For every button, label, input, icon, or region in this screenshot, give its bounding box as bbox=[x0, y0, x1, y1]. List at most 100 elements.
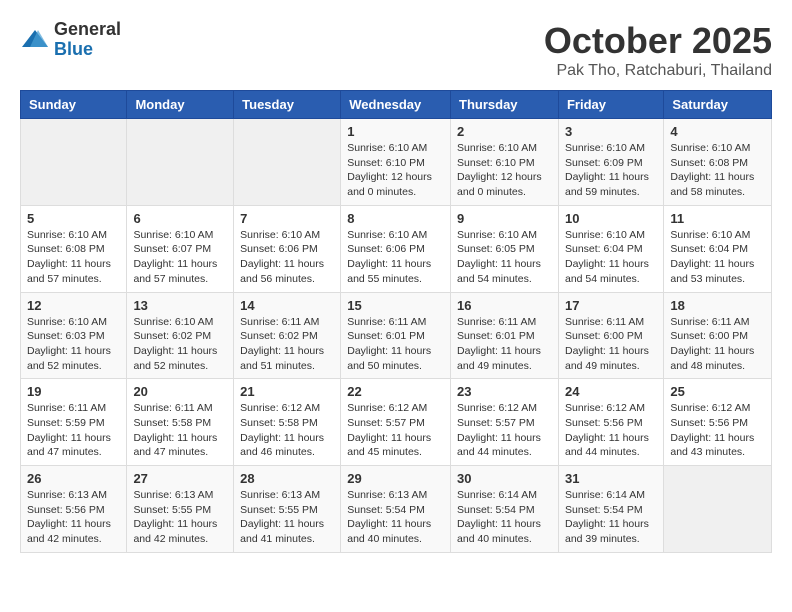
day-info: Sunrise: 6:10 AM Sunset: 6:10 PM Dayligh… bbox=[457, 141, 552, 200]
calendar-cell: 6Sunrise: 6:10 AM Sunset: 6:07 PM Daylig… bbox=[127, 205, 234, 292]
calendar-cell: 18 Sunrise: 6:11 AM Sunset: 6:00 PM Dayli… bbox=[664, 292, 772, 379]
day-info: Sunrise: 6:10 AM Sunset: 6:08 PM Dayligh… bbox=[27, 228, 120, 287]
day-info: Sunrise: 6:12 AM Sunset: 5:57 PM Dayligh… bbox=[347, 401, 444, 460]
day-number: 7 bbox=[240, 211, 334, 226]
calendar-cell: 3 Sunrise: 6:10 AM Sunset: 6:09 PM Daylig… bbox=[558, 119, 663, 206]
day-info: Sunrise: 6:11 AM Sunset: 6:02 PM Dayligh… bbox=[240, 315, 334, 374]
day-info: Sunrise: 6:10 AM Sunset: 6:06 PM Dayligh… bbox=[240, 228, 334, 287]
calendar-cell: 1 Sunrise: 6:10 AM Sunset: 6:10 PM Daylig… bbox=[341, 119, 451, 206]
calendar-cell bbox=[127, 119, 234, 206]
day-info: Sunrise: 6:10 AM Sunset: 6:04 PM Dayligh… bbox=[565, 228, 657, 287]
day-number: 2 bbox=[457, 124, 552, 139]
calendar-week-row: 5 Sunrise: 6:10 AM Sunset: 6:08 PM Daylig… bbox=[21, 205, 772, 292]
calendar-cell: 10 Sunrise: 6:10 AM Sunset: 6:04 PM Dayli… bbox=[558, 205, 663, 292]
day-info: Sunrise: 6:13 AM Sunset: 5:55 PM Dayligh… bbox=[133, 488, 227, 547]
day-info: Sunrise: 6:10 AM Sunset: 6:08 PM Dayligh… bbox=[670, 141, 765, 200]
day-number: 25 bbox=[670, 384, 765, 399]
day-number: 17 bbox=[565, 298, 657, 313]
calendar-cell: 12 Sunrise: 6:10 AM Sunset: 6:03 PM Dayli… bbox=[21, 292, 127, 379]
day-number: 5 bbox=[27, 211, 120, 226]
day-info: Sunrise: 6:11 AM Sunset: 6:01 PM Dayligh… bbox=[457, 315, 552, 374]
day-info: Sunrise: 6:10 AM Sunset: 6:07 PM Dayligh… bbox=[133, 228, 227, 287]
day-info: Sunrise: 6:10 AM Sunset: 6:02 PM Dayligh… bbox=[133, 315, 227, 374]
logo-icon bbox=[20, 25, 50, 55]
day-info: Sunrise: 6:14 AM Sunset: 5:54 PM Dayligh… bbox=[565, 488, 657, 547]
calendar-cell bbox=[664, 466, 772, 553]
day-number: 11 bbox=[670, 211, 765, 226]
weekday-header: Wednesday bbox=[341, 91, 451, 119]
calendar-cell: 11Sunrise: 6:10 AM Sunset: 6:04 PM Dayli… bbox=[664, 205, 772, 292]
day-info: Sunrise: 6:11 AM Sunset: 6:00 PM Dayligh… bbox=[565, 315, 657, 374]
weekday-header: Thursday bbox=[451, 91, 559, 119]
calendar-cell: 8 Sunrise: 6:10 AM Sunset: 6:06 PM Daylig… bbox=[341, 205, 451, 292]
calendar-cell: 25Sunrise: 6:12 AM Sunset: 5:56 PM Dayli… bbox=[664, 379, 772, 466]
calendar-week-row: 26Sunrise: 6:13 AM Sunset: 5:56 PM Dayli… bbox=[21, 466, 772, 553]
weekday-header: Sunday bbox=[21, 91, 127, 119]
calendar-cell: 7 Sunrise: 6:10 AM Sunset: 6:06 PM Daylig… bbox=[234, 205, 341, 292]
calendar-cell: 24Sunrise: 6:12 AM Sunset: 5:56 PM Dayli… bbox=[558, 379, 663, 466]
day-number: 10 bbox=[565, 211, 657, 226]
day-number: 18 bbox=[670, 298, 765, 313]
day-info: Sunrise: 6:10 AM Sunset: 6:05 PM Dayligh… bbox=[457, 228, 552, 287]
page-header: General Blue October 2025 Pak Tho, Ratch… bbox=[20, 20, 772, 80]
calendar-cell: 14Sunrise: 6:11 AM Sunset: 6:02 PM Dayli… bbox=[234, 292, 341, 379]
day-info: Sunrise: 6:10 AM Sunset: 6:09 PM Dayligh… bbox=[565, 141, 657, 200]
day-number: 1 bbox=[347, 124, 444, 139]
day-info: Sunrise: 6:12 AM Sunset: 5:58 PM Dayligh… bbox=[240, 401, 334, 460]
calendar-cell: 20Sunrise: 6:11 AM Sunset: 5:58 PM Dayli… bbox=[127, 379, 234, 466]
calendar-cell: 17 Sunrise: 6:11 AM Sunset: 6:00 PM Dayli… bbox=[558, 292, 663, 379]
day-number: 12 bbox=[27, 298, 120, 313]
day-info: Sunrise: 6:12 AM Sunset: 5:57 PM Dayligh… bbox=[457, 401, 552, 460]
weekday-header: Monday bbox=[127, 91, 234, 119]
location-text: Pak Tho, Ratchaburi, Thailand bbox=[544, 62, 772, 80]
day-info: Sunrise: 6:10 AM Sunset: 6:03 PM Dayligh… bbox=[27, 315, 120, 374]
day-number: 28 bbox=[240, 471, 334, 486]
weekday-header: Tuesday bbox=[234, 91, 341, 119]
calendar-cell: 31 Sunrise: 6:14 AM Sunset: 5:54 PM Dayli… bbox=[558, 466, 663, 553]
day-number: 30 bbox=[457, 471, 552, 486]
calendar-week-row: 19Sunrise: 6:11 AM Sunset: 5:59 PM Dayli… bbox=[21, 379, 772, 466]
weekday-header-row: SundayMondayTuesdayWednesdayThursdayFrid… bbox=[21, 91, 772, 119]
calendar-cell: 16 Sunrise: 6:11 AM Sunset: 6:01 PM Dayli… bbox=[451, 292, 559, 379]
calendar-cell: 23 Sunrise: 6:12 AM Sunset: 5:57 PM Dayli… bbox=[451, 379, 559, 466]
day-number: 29 bbox=[347, 471, 444, 486]
calendar-cell: 26Sunrise: 6:13 AM Sunset: 5:56 PM Dayli… bbox=[21, 466, 127, 553]
calendar-cell: 27Sunrise: 6:13 AM Sunset: 5:55 PM Dayli… bbox=[127, 466, 234, 553]
calendar-table: SundayMondayTuesdayWednesdayThursdayFrid… bbox=[20, 90, 772, 553]
day-number: 22 bbox=[347, 384, 444, 399]
calendar-cell: 30 Sunrise: 6:14 AM Sunset: 5:54 PM Dayli… bbox=[451, 466, 559, 553]
day-info: Sunrise: 6:11 AM Sunset: 5:59 PM Dayligh… bbox=[27, 401, 120, 460]
day-info: Sunrise: 6:13 AM Sunset: 5:55 PM Dayligh… bbox=[240, 488, 334, 547]
day-info: Sunrise: 6:11 AM Sunset: 6:01 PM Dayligh… bbox=[347, 315, 444, 374]
day-number: 8 bbox=[347, 211, 444, 226]
logo: General Blue bbox=[20, 20, 121, 60]
day-info: Sunrise: 6:12 AM Sunset: 5:56 PM Dayligh… bbox=[565, 401, 657, 460]
calendar-cell: 21Sunrise: 6:12 AM Sunset: 5:58 PM Dayli… bbox=[234, 379, 341, 466]
weekday-header: Friday bbox=[558, 91, 663, 119]
day-number: 3 bbox=[565, 124, 657, 139]
calendar-cell: 19Sunrise: 6:11 AM Sunset: 5:59 PM Dayli… bbox=[21, 379, 127, 466]
day-info: Sunrise: 6:11 AM Sunset: 6:00 PM Dayligh… bbox=[670, 315, 765, 374]
weekday-header: Saturday bbox=[664, 91, 772, 119]
day-number: 16 bbox=[457, 298, 552, 313]
day-number: 13 bbox=[133, 298, 227, 313]
day-info: Sunrise: 6:10 AM Sunset: 6:10 PM Dayligh… bbox=[347, 141, 444, 200]
calendar-cell: 2 Sunrise: 6:10 AM Sunset: 6:10 PM Daylig… bbox=[451, 119, 559, 206]
day-number: 4 bbox=[670, 124, 765, 139]
calendar-cell: 5 Sunrise: 6:10 AM Sunset: 6:08 PM Daylig… bbox=[21, 205, 127, 292]
calendar-cell bbox=[234, 119, 341, 206]
day-number: 26 bbox=[27, 471, 120, 486]
calendar-cell: 4 Sunrise: 6:10 AM Sunset: 6:08 PM Daylig… bbox=[664, 119, 772, 206]
day-number: 20 bbox=[133, 384, 227, 399]
logo-blue-text: Blue bbox=[54, 40, 121, 60]
day-info: Sunrise: 6:14 AM Sunset: 5:54 PM Dayligh… bbox=[457, 488, 552, 547]
calendar-cell: 9 Sunrise: 6:10 AM Sunset: 6:05 PM Daylig… bbox=[451, 205, 559, 292]
day-number: 9 bbox=[457, 211, 552, 226]
calendar-cell bbox=[21, 119, 127, 206]
month-title: October 2025 bbox=[544, 20, 772, 62]
day-info: Sunrise: 6:10 AM Sunset: 6:06 PM Dayligh… bbox=[347, 228, 444, 287]
day-number: 31 bbox=[565, 471, 657, 486]
calendar-cell: 28 Sunrise: 6:13 AM Sunset: 5:55 PM Dayli… bbox=[234, 466, 341, 553]
day-number: 23 bbox=[457, 384, 552, 399]
calendar-week-row: 12 Sunrise: 6:10 AM Sunset: 6:03 PM Dayli… bbox=[21, 292, 772, 379]
